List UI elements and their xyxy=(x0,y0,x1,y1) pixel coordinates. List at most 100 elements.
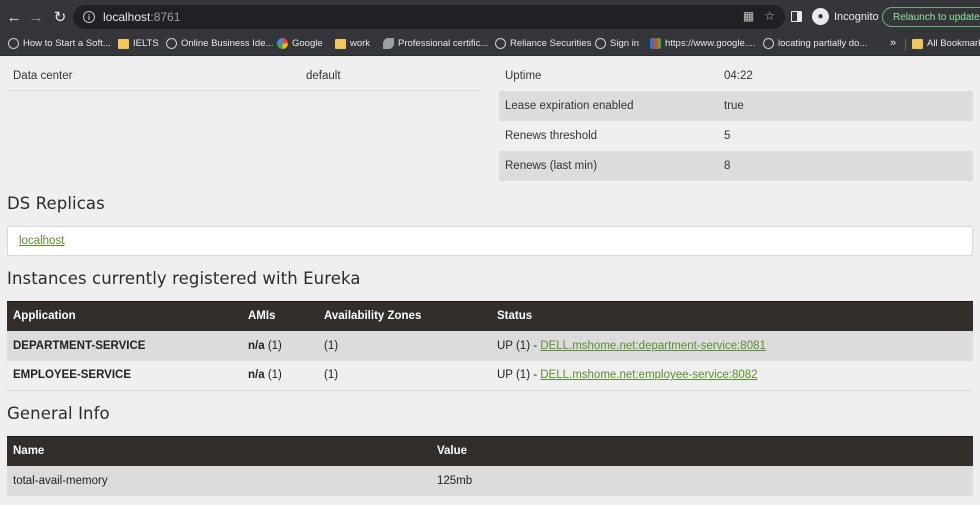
ds-replicas-heading: DS Replicas xyxy=(7,194,105,213)
bookmark-label: locating partially do... xyxy=(778,38,868,49)
url-port: :8761 xyxy=(150,10,181,24)
status-prefix: UP (1) - xyxy=(497,369,541,382)
incognito-profile[interactable]: ● Incognito xyxy=(812,8,879,25)
reload-icon[interactable]: ↻ xyxy=(49,6,71,28)
amis-value: n/a xyxy=(248,339,265,352)
zones-cell: (1) xyxy=(318,330,491,361)
status-cell: UP (1) - DELL.mshome.net:employee-servic… xyxy=(491,360,973,391)
stats-row: Renews threshold 5 xyxy=(499,121,973,151)
instances-heading: Instances currently registered with Eure… xyxy=(7,269,361,288)
bookmark-label: Sign in xyxy=(610,38,640,49)
stat-value: 5 xyxy=(724,130,731,142)
google-icon xyxy=(277,38,288,49)
stats-row: Lease expiration enabled true xyxy=(499,91,973,121)
eureka-dashboard: Data center default Uptime 04:22 Lease e… xyxy=(0,57,980,505)
stat-name: Renews (last min) xyxy=(505,160,598,172)
application-name: DEPARTMENT-SERVICE xyxy=(7,330,242,361)
folder-icon xyxy=(912,38,923,49)
multicolor-icon xyxy=(650,38,661,49)
all-bookmarks-item[interactable]: All Bookmarks xyxy=(912,38,980,49)
relaunch-button[interactable]: Relaunch to update xyxy=(882,7,980,27)
bookmark-label: How to Start a Soft... xyxy=(23,38,111,49)
system-stats-table: Uptime 04:22 Lease expiration enabled tr… xyxy=(499,61,973,181)
bookmark-item[interactable]: Google xyxy=(277,38,323,49)
amis-count: (1) xyxy=(267,339,282,352)
bookmark-item[interactable]: Sign in xyxy=(595,38,639,49)
bookmark-label: Google xyxy=(292,38,323,49)
bookmark-item[interactable]: Online Business Ide... xyxy=(166,38,273,49)
stat-value: 04:22 xyxy=(724,70,753,82)
stat-value: default xyxy=(306,69,341,82)
globe-icon xyxy=(495,38,506,49)
bookmark-label: All Bookmarks xyxy=(927,38,980,49)
stat-name: Lease expiration enabled xyxy=(505,100,634,112)
globe-icon xyxy=(763,38,774,49)
instance-link[interactable]: DELL.mshome.net:department-service:8081 xyxy=(540,340,766,352)
stats-row: Data center default xyxy=(7,61,482,91)
zones-cell: (1) xyxy=(318,360,491,391)
globe-icon xyxy=(8,38,19,49)
amis-value: n/a xyxy=(248,369,265,382)
stat-value: 8 xyxy=(724,160,731,172)
column-header: Application xyxy=(7,301,242,331)
bookmark-item[interactable]: locating partially do... xyxy=(763,38,867,49)
folder-icon xyxy=(118,38,129,49)
globe-icon xyxy=(166,38,177,49)
incognito-icon: ● xyxy=(812,8,829,25)
column-header: Name xyxy=(7,436,431,466)
application-name: EMPLOYEE-SERVICE xyxy=(7,360,242,391)
info-value: 125mb xyxy=(431,465,973,496)
amis-cell: n/a (1) xyxy=(242,360,318,391)
bookmark-item[interactable]: https://www.google.... xyxy=(650,38,755,49)
replicas-panel: localhost xyxy=(7,226,973,256)
column-header: Status xyxy=(491,301,973,331)
bookmarks-bar: How to Start a Soft... IELTS Online Busi… xyxy=(0,34,980,56)
back-arrow-icon[interactable]: ← xyxy=(3,6,25,28)
site-info-icon[interactable]: i xyxy=(83,11,95,23)
status-cell: UP (1) - DELL.mshome.net:department-serv… xyxy=(491,330,973,361)
browser-toolbar: ← → ↻ i localhost:8761 ▦ ☆ ● Incognito R… xyxy=(0,0,980,34)
incognito-label: Incognito xyxy=(834,10,879,23)
stat-value: true xyxy=(724,100,744,112)
bookmark-item[interactable]: Reliance Securities xyxy=(495,38,591,49)
bookmark-label: Reliance Securities xyxy=(510,38,592,49)
stat-name: Renews threshold xyxy=(505,130,598,142)
bookmark-star-icon[interactable]: ☆ xyxy=(764,9,775,23)
stat-name: Data center xyxy=(13,69,73,82)
bookmark-item[interactable]: work xyxy=(335,38,370,49)
bookmark-label: work xyxy=(350,38,371,49)
bookmark-item[interactable]: Professional certific... xyxy=(383,38,488,49)
column-header: Availability Zones xyxy=(318,301,491,331)
table-row: EMPLOYEE-SERVICE n/a (1) (1) UP (1) - DE… xyxy=(7,360,973,391)
stat-name: Uptime xyxy=(505,70,542,82)
column-header: AMIs xyxy=(242,301,318,331)
translate-icon[interactable]: ▦ xyxy=(743,9,754,23)
url-host: localhost xyxy=(103,10,151,24)
bookmark-item[interactable]: How to Start a Soft... xyxy=(8,38,111,49)
bookmark-label: https://www.google.... xyxy=(665,38,756,49)
leaf-icon xyxy=(383,38,394,49)
bookmark-label: Professional certific... xyxy=(398,38,489,49)
amis-cell: n/a (1) xyxy=(242,330,318,361)
column-header: Value xyxy=(431,436,973,466)
general-info-heading: General Info xyxy=(7,404,110,423)
globe-icon xyxy=(595,38,606,49)
bookmark-label: IELTS xyxy=(133,38,159,49)
divider xyxy=(905,39,906,51)
stats-row: Renews (last min) 8 xyxy=(499,151,973,181)
forward-arrow-icon[interactable]: → xyxy=(25,6,47,28)
folder-icon xyxy=(335,38,346,49)
bookmark-item[interactable]: IELTS xyxy=(118,38,159,49)
replica-link[interactable]: localhost xyxy=(19,235,64,247)
instance-link[interactable]: DELL.mshome.net:employee-service:8082 xyxy=(540,369,757,381)
table-row: total-avail-memory 125mb xyxy=(7,465,973,496)
bookmark-label: Online Business Ide... xyxy=(181,38,274,49)
address-bar[interactable]: i localhost:8761 ▦ ☆ xyxy=(73,5,785,29)
side-panel-icon[interactable] xyxy=(791,11,802,22)
info-name: total-avail-memory xyxy=(7,465,431,496)
environment-stats-table: Data center default xyxy=(7,61,482,91)
more-bookmarks-chevron[interactable]: » xyxy=(890,37,896,49)
general-info-table: Name Value total-avail-memory 125mb xyxy=(7,436,973,496)
amis-count: (1) xyxy=(267,369,282,382)
instances-table: Application AMIs Availability Zones Stat… xyxy=(7,301,973,391)
